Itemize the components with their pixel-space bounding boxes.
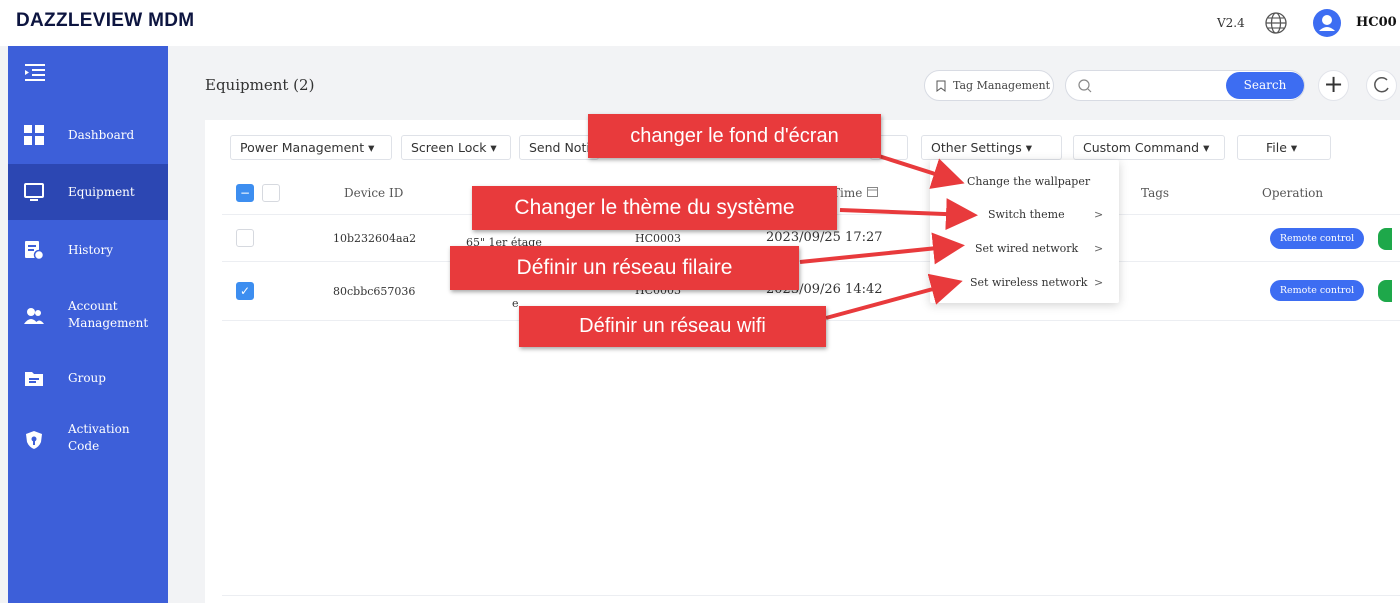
sidebar-item-history[interactable]: History: [8, 222, 168, 278]
monitor-icon: [24, 183, 44, 201]
remote-control-button[interactable]: Remote control: [1270, 228, 1364, 249]
sidebar-item-label: Code: [68, 439, 100, 453]
row-checkbox[interactable]: [236, 229, 254, 247]
callout-wired: Définir un réseau filaire: [450, 246, 799, 290]
dashboard-icon: [24, 125, 44, 145]
brand-logo: DAZZLEVIEW MDM: [16, 10, 195, 31]
sidebar-item-label: Management: [68, 316, 149, 330]
sidebar-item-label: Equipment: [68, 185, 135, 199]
custom-command-button[interactable]: Custom Command ▾: [1073, 135, 1225, 160]
file-button[interactable]: File ▾: [1237, 135, 1331, 160]
history-icon: [25, 241, 44, 260]
sidebar-item-account-management[interactable]: Account Management: [8, 288, 168, 344]
callout-wifi: Définir un réseau wifi: [519, 306, 826, 347]
calendar-icon[interactable]: [867, 186, 878, 197]
account-icon: [24, 308, 44, 324]
table-bottom-border: [222, 595, 1400, 596]
device-name-cell: e: [512, 297, 519, 310]
sidebar-item-label: Account: [68, 299, 118, 313]
row-checkbox[interactable]: ✓: [236, 282, 254, 300]
globe-icon[interactable]: [1264, 11, 1288, 35]
refresh-button[interactable]: [1366, 70, 1397, 101]
menu-item-switch-theme[interactable]: Switch theme: [988, 208, 1065, 221]
time-cell: 2023/09/25 17:27: [766, 230, 883, 245]
chevron-right-icon: >: [1094, 276, 1104, 289]
user-avatar-icon[interactable]: [1313, 9, 1341, 37]
sidebar-item-label: Dashboard: [68, 128, 135, 142]
header-checkbox[interactable]: [262, 184, 280, 202]
online-status-indicator[interactable]: [1378, 228, 1392, 250]
username[interactable]: HC00: [1356, 15, 1397, 30]
search-input[interactable]: [1100, 77, 1220, 95]
callout-wallpaper: changer le fond d'écran: [588, 114, 881, 158]
tag-management-button[interactable]: Tag Management: [924, 70, 1054, 101]
callout-theme: Changer le thème du système: [472, 186, 837, 230]
sidebar-item-dashboard[interactable]: Dashboard: [8, 108, 168, 164]
chevron-right-icon: >: [1094, 208, 1104, 221]
user-cell: HC0003: [635, 232, 682, 245]
sidebar-item-equipment[interactable]: Equipment: [8, 164, 168, 220]
power-management-button[interactable]: Power Management ▾: [230, 135, 392, 160]
add-device-button[interactable]: +: [1318, 70, 1349, 101]
other-settings-button[interactable]: Other Settings ▾: [921, 135, 1062, 160]
screen-lock-button[interactable]: Screen Lock ▾: [401, 135, 511, 160]
online-status-indicator[interactable]: [1378, 280, 1392, 302]
sidebar-item-group[interactable]: Group: [8, 350, 168, 406]
bookmark-icon: [936, 80, 946, 92]
column-header-tags: Tags: [1141, 186, 1170, 200]
search-icon: [1078, 79, 1092, 93]
device-id-cell: 80cbbc657036: [333, 285, 416, 298]
search-button[interactable]: Search: [1226, 72, 1304, 99]
shield-icon: [26, 431, 42, 449]
column-header-operation: Operation: [1262, 186, 1324, 200]
device-id-cell: 10b232604aa2: [333, 232, 417, 245]
top-bar: DAZZLEVIEW MDM V2.4 HC00: [0, 0, 1400, 46]
sidebar: Dashboard Equipment History Account Mana…: [8, 46, 168, 603]
sidebar-item-label: History: [68, 243, 114, 257]
select-all-checkbox[interactable]: −: [236, 184, 254, 202]
tag-management-label: Tag Management: [953, 79, 1051, 92]
menu-collapse-icon[interactable]: [24, 62, 46, 84]
chevron-right-icon: >: [1094, 242, 1104, 255]
app-root: DAZZLEVIEW MDM V2.4 HC00 Dashboard Equip…: [0, 0, 1400, 603]
sidebar-item-activation-code[interactable]: Activation Code: [8, 411, 168, 467]
folder-icon: [25, 372, 43, 386]
menu-item-change-wallpaper[interactable]: Change the wallpaper: [967, 175, 1090, 188]
menu-item-set-wired-network[interactable]: Set wired network: [975, 242, 1078, 255]
remote-control-button[interactable]: Remote control: [1270, 280, 1364, 301]
send-notice-button[interactable]: Send Notice: [519, 135, 599, 160]
sidebar-item-label: Group: [68, 371, 106, 385]
refresh-icon: [1374, 76, 1389, 93]
version-label: V2.4: [1217, 16, 1245, 30]
sidebar-item-label: Activation: [68, 422, 130, 436]
other-settings-dropdown: Change the wallpaper Switch theme > Set …: [930, 160, 1119, 303]
row-divider: [222, 261, 1400, 262]
page-title: Equipment (2): [205, 76, 315, 94]
menu-item-set-wireless-network[interactable]: Set wireless network: [970, 276, 1087, 289]
column-header-device-id: Device ID: [344, 186, 404, 200]
